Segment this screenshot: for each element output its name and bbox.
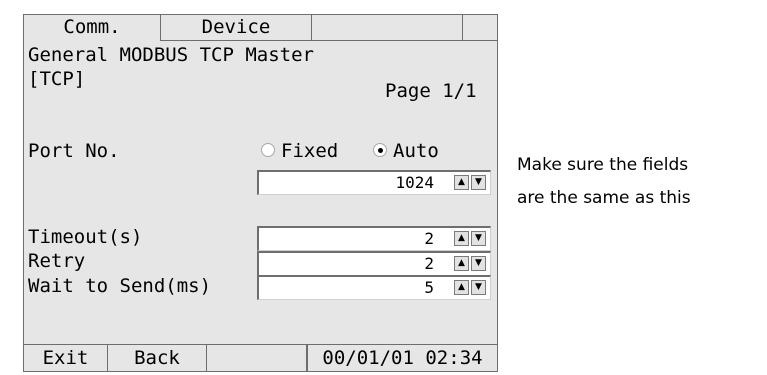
empty-status-cell [207, 345, 307, 371]
tab-comm[interactable]: Comm. [24, 15, 161, 41]
timeout-value: 2 [424, 229, 434, 248]
increment-arrow-icon[interactable]: ▲ [454, 280, 469, 295]
port-number-input[interactable]: 1024 ▲ ▼ [257, 170, 491, 195]
radio-unselected-icon [261, 143, 275, 157]
datetime-display: 00/01/01 02:34 [307, 345, 497, 371]
page-indicator: Page 1/1 [385, 80, 477, 102]
decrement-arrow-icon[interactable]: ▼ [471, 231, 486, 246]
settings-panel: Comm. Device General MODBUS TCP Master [… [23, 14, 498, 372]
wait-to-send-label: Wait to Send(ms) [28, 275, 212, 297]
timeout-label: Timeout(s) [28, 226, 143, 248]
increment-arrow-icon[interactable]: ▲ [454, 175, 469, 190]
tab-bar: Comm. Device [24, 15, 498, 41]
connection-mode: [TCP] [28, 68, 86, 90]
retry-input[interactable]: 2 ▲ ▼ [257, 251, 491, 276]
decrement-arrow-icon[interactable]: ▼ [471, 175, 486, 190]
tab-device[interactable]: Device [161, 15, 312, 41]
port-fixed-label: Fixed [281, 140, 339, 162]
port-no-label: Port No. [28, 140, 120, 162]
port-auto-label: Auto [393, 140, 439, 162]
instruction-note-line-2: are the same as this [517, 188, 691, 208]
timeout-input[interactable]: 2 ▲ ▼ [257, 226, 491, 251]
instruction-note-line-1: Make sure the fields [517, 155, 689, 175]
wait-to-send-value: 5 [424, 278, 434, 297]
driver-name: General MODBUS TCP Master [28, 44, 314, 66]
decrement-arrow-icon[interactable]: ▼ [471, 280, 486, 295]
tab-empty-2[interactable] [463, 15, 498, 41]
wait-to-send-input[interactable]: 5 ▲ ▼ [257, 275, 491, 300]
retry-value: 2 [424, 254, 434, 273]
increment-arrow-icon[interactable]: ▲ [454, 231, 469, 246]
tab-empty-1[interactable] [312, 15, 463, 41]
retry-label: Retry [28, 250, 86, 272]
status-bar: Exit Back 00/01/01 02:34 [24, 344, 497, 371]
exit-button[interactable]: Exit [24, 345, 108, 371]
decrement-arrow-icon[interactable]: ▼ [471, 256, 486, 271]
radio-selected-icon [373, 143, 387, 157]
increment-arrow-icon[interactable]: ▲ [454, 256, 469, 271]
back-button[interactable]: Back [108, 345, 207, 371]
port-number-value: 1024 [395, 173, 434, 192]
